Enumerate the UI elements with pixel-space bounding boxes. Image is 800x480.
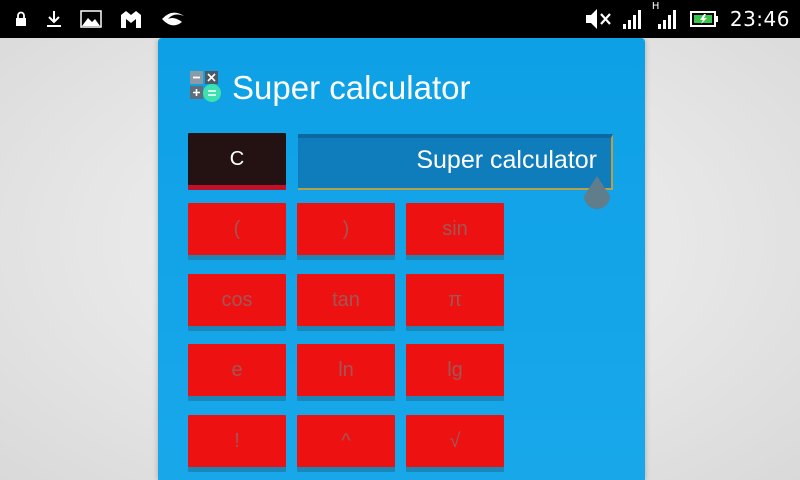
key-tan[interactable]: tan [297, 274, 395, 326]
battery-charging-icon [689, 10, 720, 28]
network-type-label: H [651, 1, 660, 12]
swift-icon [160, 10, 186, 28]
mute-icon [584, 7, 612, 31]
calculator-app-icon [188, 69, 222, 107]
key-close-paren[interactable]: ) [297, 203, 395, 255]
clear-button[interactable]: C [188, 133, 286, 185]
signal-icon: H [652, 1, 680, 30]
calculator-display[interactable]: Super calculator [298, 134, 613, 190]
app-icon [120, 9, 142, 29]
image-icon [80, 10, 102, 28]
clock: 23:46 [729, 7, 790, 31]
key-pi[interactable]: π [406, 274, 504, 326]
status-bar: H 23:46 [0, 0, 800, 38]
key-ln[interactable]: ln [297, 344, 395, 396]
app-title: Super calculator [232, 69, 471, 106]
calculator-window: Super calculator C Super calculator ( ) … [158, 38, 645, 480]
key-lg[interactable]: lg [406, 344, 504, 396]
key-open-paren[interactable]: ( [188, 203, 286, 255]
key-sin[interactable]: sin [406, 203, 504, 255]
download-icon [46, 10, 62, 28]
key-sqrt[interactable]: √ [406, 415, 504, 467]
key-power[interactable]: ^ [297, 415, 395, 467]
lock-icon [14, 11, 28, 27]
key-cos[interactable]: cos [188, 274, 286, 326]
signal-icon [622, 8, 644, 30]
text-cursor-handle-icon[interactable] [582, 176, 612, 212]
key-factorial[interactable]: ! [188, 415, 286, 467]
app-header: Super calculator [188, 68, 470, 108]
key-e[interactable]: e [188, 344, 286, 396]
